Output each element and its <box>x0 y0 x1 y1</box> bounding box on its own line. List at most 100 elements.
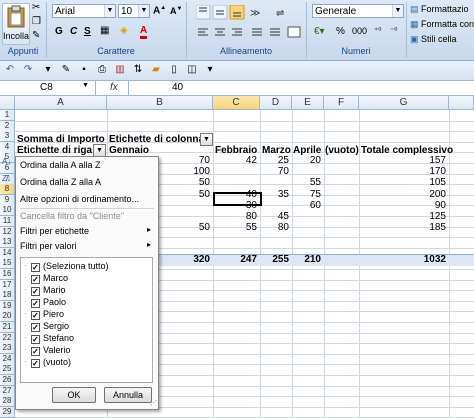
shrink-font-icon[interactable]: A▼ <box>170 6 182 16</box>
paste-button[interactable]: Incolla <box>2 3 30 45</box>
column-header[interactable]: E <box>292 96 324 110</box>
fill-color-icon[interactable]: ◈ <box>120 25 128 36</box>
pivot-cell[interactable]: 60 <box>292 200 321 212</box>
row-header[interactable]: 13 <box>0 237 15 248</box>
horizontal-align-icons[interactable] <box>196 26 304 42</box>
filter-checkbox-item[interactable]: ✓ Stefano <box>31 333 74 344</box>
font-color-icon[interactable]: A <box>140 25 148 39</box>
row-header[interactable]: 15 <box>0 258 15 269</box>
column-header[interactable]: B <box>107 96 213 110</box>
pivot-cell[interactable]: 70 <box>260 166 289 178</box>
font-size-combo[interactable]: 10 ▼ <box>118 4 150 18</box>
filter-checkbox-item[interactable]: ✓ Valerio <box>31 345 70 356</box>
column-header[interactable]: C <box>213 96 260 110</box>
filter-checkbox-item[interactable]: ✓ Sergio <box>31 321 69 332</box>
checkbox-checked-icon[interactable]: ✓ <box>31 335 40 344</box>
checkbox-checked-icon[interactable]: ✓ <box>31 323 40 332</box>
borders-icon[interactable]: ▦ <box>100 25 109 36</box>
format-painter-icon[interactable]: ✎ <box>32 30 40 41</box>
checkbox-checked-icon[interactable]: ✓ <box>31 359 40 368</box>
pivot-cell[interactable]: 105 <box>359 177 446 189</box>
decrease-decimal-icon[interactable]: ⁻⁰ <box>390 26 397 35</box>
open-folder-icon[interactable]: ▰ <box>150 64 162 76</box>
filter-checkbox-item[interactable]: ✓ Marco <box>31 273 68 284</box>
checkbox-checked-icon[interactable]: ✓ <box>31 347 40 356</box>
sort-icon[interactable]: ⇅ <box>132 64 144 76</box>
checkbox-checked-icon[interactable]: ✓ <box>31 275 40 284</box>
chevron-down-icon[interactable]: ▾ <box>42 64 54 76</box>
undo-icon[interactable]: ↶ <box>4 64 16 76</box>
menu-item-sort-desc[interactable]: Ordina dalla Z alla A <box>20 176 101 188</box>
pivot-cell[interactable]: 42 <box>213 155 257 167</box>
conditional-formatting-button[interactable]: ▤ Formattazio <box>410 4 469 15</box>
row-header[interactable]: 23 <box>0 343 15 354</box>
cell-styles-button[interactable]: ▣ Stili cella <box>410 34 457 45</box>
checkbox-checked-icon[interactable]: ✓ <box>31 299 40 308</box>
pivot-cell[interactable]: 55 <box>292 177 321 189</box>
increase-decimal-icon[interactable]: ⁺⁰ <box>374 26 381 35</box>
column-filter-dropdown[interactable]: ▼ <box>200 133 213 146</box>
checkbox-checked-icon[interactable]: ✓ <box>31 263 40 272</box>
italic-button[interactable]: C <box>70 26 77 37</box>
row-header[interactable]: 1 <box>0 110 15 121</box>
menu-item-value-filters[interactable]: Filtri per valori <box>20 240 77 252</box>
save-icon[interactable]: ▪ <box>78 64 90 76</box>
vertical-align-icons[interactable]: ≫ ⇌ <box>196 5 304 21</box>
print-icon[interactable]: ⎙ <box>96 64 108 76</box>
filter-checkbox-item[interactable]: ✓ (Seleziona tutto) <box>31 261 109 272</box>
row-header[interactable]: 10 <box>0 205 15 216</box>
pivot-cell[interactable]: 35 <box>260 189 289 201</box>
active-cell[interactable] <box>213 192 262 206</box>
percent-button[interactable]: % <box>336 26 345 37</box>
new-document-icon[interactable]: ▯ <box>168 64 180 76</box>
column-header[interactable]: F <box>324 96 359 110</box>
pivot-cell[interactable]: 185 <box>359 222 446 234</box>
print-preview-icon[interactable]: ◫ <box>186 64 198 76</box>
column-header[interactable]: G <box>359 96 449 110</box>
format-painter-icon[interactable]: ✎ <box>60 64 72 76</box>
checkbox-checked-icon[interactable]: ✓ <box>31 287 40 296</box>
filter-checklist[interactable]: ✓ (Seleziona tutto) · ✓ Marco · ✓ Mario · ✓ Paolo ·… <box>20 257 153 383</box>
bold-button[interactable]: G <box>55 26 63 37</box>
row-header[interactable]: 26 <box>0 375 15 386</box>
currency-icon[interactable]: €▾ <box>314 26 325 37</box>
row-header[interactable]: 16 <box>0 269 15 280</box>
font-name-combo[interactable]: Arial ▼ <box>52 4 116 18</box>
pivot-cell[interactable]: 20 <box>292 155 321 167</box>
column-header[interactable] <box>449 96 474 110</box>
filter-checkbox-item[interactable]: ✓ (vuoto) <box>31 357 71 368</box>
chart-icon[interactable]: ▥ <box>114 64 126 76</box>
row-header[interactable]: 11 <box>0 216 15 227</box>
cut-icon[interactable]: ✂ <box>32 2 40 13</box>
formula-input[interactable]: 40 <box>172 82 183 93</box>
row-header[interactable]: 29 <box>0 407 15 418</box>
row-header[interactable]: 25 <box>0 364 15 375</box>
row-header[interactable]: 21 <box>0 322 15 333</box>
format-as-table-button[interactable]: ▦ Formatta con <box>410 19 474 30</box>
filter-checkbox-item[interactable]: ✓ Piero <box>31 309 64 320</box>
checkbox-checked-icon[interactable]: ✓ <box>31 311 40 320</box>
row-header[interactable]: 28 <box>0 396 15 407</box>
pivot-cell[interactable]: 80 <box>260 222 289 234</box>
thousands-button[interactable]: 000 <box>352 26 367 36</box>
filter-checkbox-item[interactable]: ✓ Paolo <box>31 297 66 308</box>
function-icon[interactable]: fx <box>110 82 118 93</box>
row-header[interactable]: 3 <box>0 131 15 142</box>
resize-grip-icon[interactable]: ⋰ <box>150 399 157 407</box>
redo-icon[interactable]: ↷ <box>22 64 34 76</box>
ok-button[interactable]: OK <box>52 387 96 403</box>
chevron-down-icon[interactable]: ▾ <box>204 64 216 76</box>
select-all-corner[interactable] <box>0 96 15 110</box>
column-header[interactable]: D <box>260 96 292 110</box>
copy-icon[interactable]: ❐ <box>32 16 41 27</box>
name-box[interactable]: C8 ▼ <box>0 81 96 95</box>
row-header[interactable]: 8 <box>0 184 15 195</box>
row-header[interactable]: 18 <box>0 290 15 301</box>
cancel-button[interactable]: Annulla <box>104 387 152 403</box>
row-header[interactable]: 20 <box>0 311 15 322</box>
number-format-combo[interactable]: Generale ▼ <box>312 4 404 18</box>
column-header[interactable]: A <box>15 96 107 110</box>
menu-item-sort-asc[interactable]: Ordina dalla A alla Z <box>20 159 101 171</box>
filter-checkbox-item[interactable]: ✓ Mario <box>31 285 66 296</box>
menu-item-label-filters[interactable]: Filtri per etichette <box>20 225 89 237</box>
